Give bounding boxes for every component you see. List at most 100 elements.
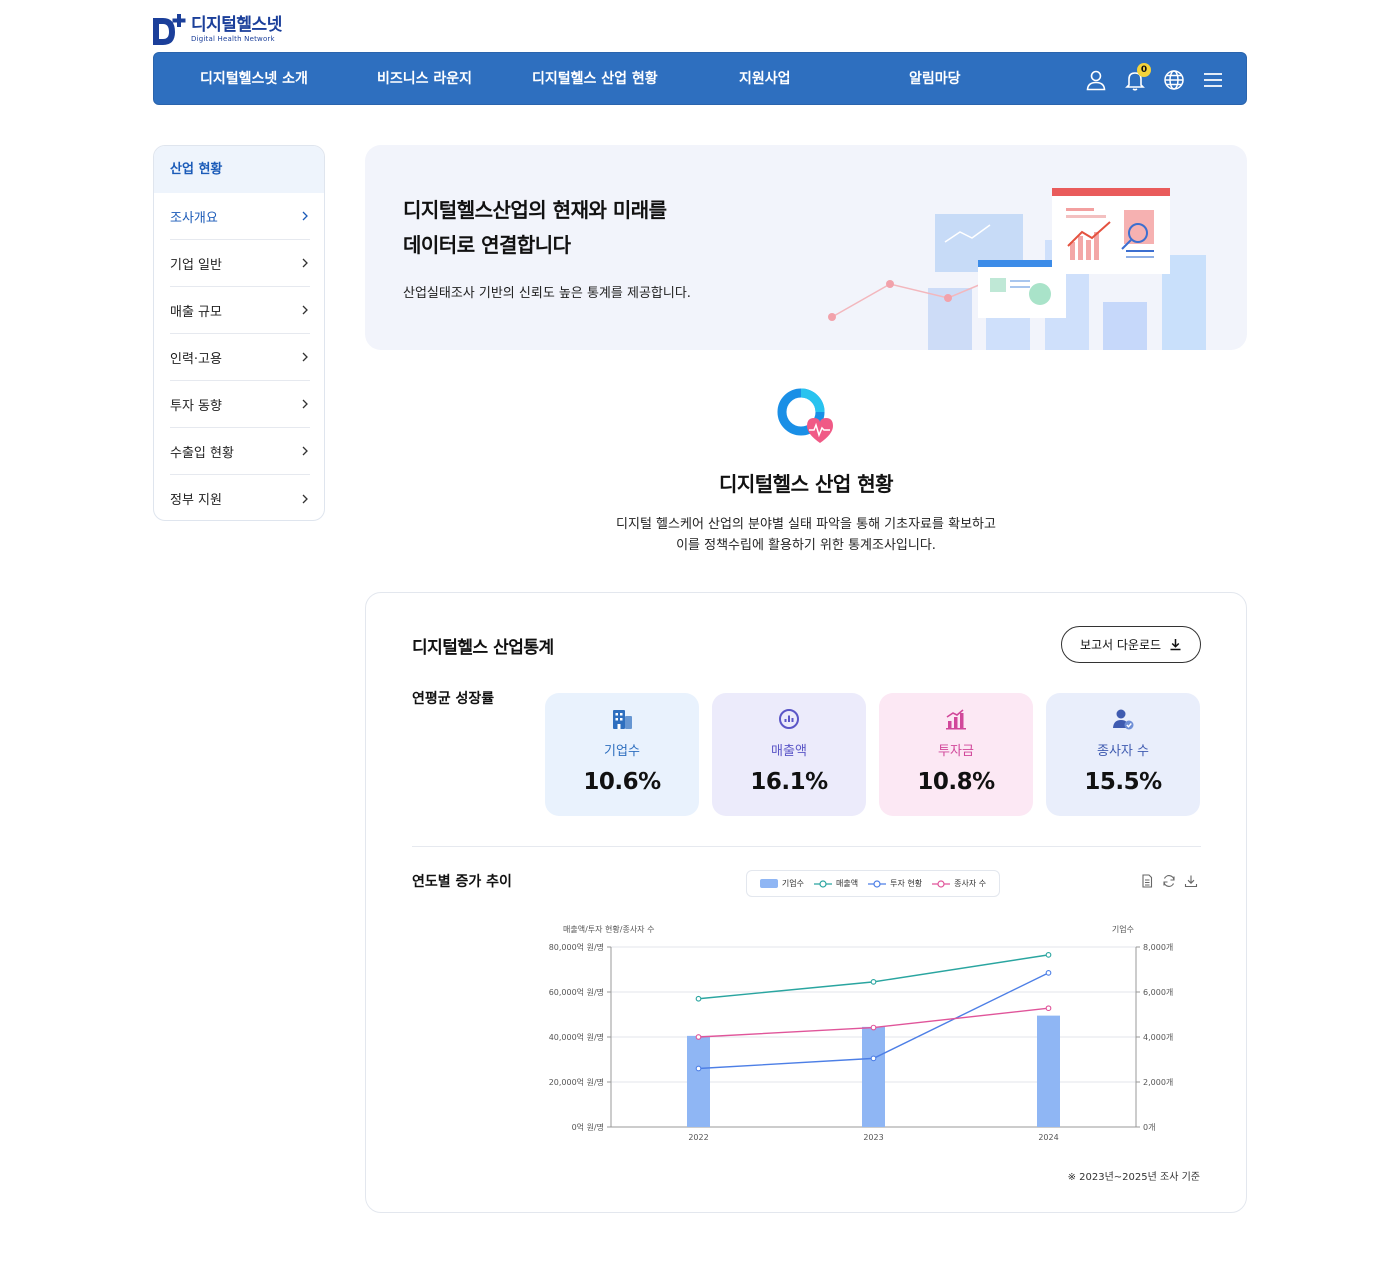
sidebar-item-investment[interactable]: 투자 동향 — [170, 381, 310, 428]
growth-rate-label: 연평균 성장률 — [412, 691, 495, 707]
chevron-right-icon — [302, 446, 308, 456]
nav-item-about[interactable]: 디지털헬스넷 소개 — [200, 53, 308, 106]
bell-icon[interactable]: 0 — [1124, 62, 1151, 91]
chart-bar — [1037, 1015, 1060, 1127]
download-icon — [1170, 639, 1181, 651]
y-tick-label: 20,000억 원/명 — [549, 1077, 604, 1087]
metric-value: 16.1% — [750, 769, 828, 795]
notification-badge: 0 — [1137, 62, 1151, 77]
legend-item-sales[interactable]: 매출액 — [814, 878, 858, 889]
hero-title: 디지털헬스산업의 현재와 미래를 데이터로 연결합니다 — [403, 193, 667, 263]
chart-toolbar — [1140, 874, 1198, 888]
metric-value: 10.8% — [917, 769, 995, 795]
logo-name: 디지털헬스넷 — [191, 15, 282, 35]
main-nav: 디지털헬스넷 소개 비즈니스 라운지 디지털헬스 산업 현황 지원사업 알림마당… — [153, 52, 1247, 105]
user-icon[interactable] — [1085, 69, 1107, 91]
person-check-icon — [1113, 709, 1134, 730]
y2-axis-title: 기업수 — [1112, 925, 1134, 934]
legend-label: 투자 현황 — [890, 879, 923, 888]
chart-point — [1045, 970, 1052, 976]
refresh-icon[interactable] — [1162, 874, 1176, 888]
metric-label: 매출액 — [771, 744, 807, 759]
chart-circle-icon — [779, 709, 799, 729]
legend-label: 기업수 — [781, 879, 805, 888]
sidebar-item-company-general[interactable]: 기업 일반 — [170, 240, 310, 287]
legend-item-companies[interactable]: 기업수 — [759, 878, 805, 889]
sidebar-item-label: 매출 규모 — [170, 304, 222, 320]
nav-item-notice[interactable]: 알림마당 — [909, 53, 961, 106]
y2-tick-label: 6,000개 — [1143, 987, 1173, 997]
nav-item-business-lounge[interactable]: 비즈니스 라운지 — [377, 53, 472, 106]
bar-chart-icon — [946, 709, 966, 730]
section-description-line: 디지털 헬스케어 산업의 분야별 실태 파악을 통해 기초자료를 확보하고 — [616, 517, 996, 532]
x-tick-label: 2023 — [863, 1133, 883, 1142]
stats-title: 디지털헬스 산업통계 — [412, 638, 554, 658]
legend-bar-swatch — [759, 879, 778, 888]
document-icon[interactable] — [1140, 874, 1154, 888]
y2-tick-label: 4,000개 — [1143, 1032, 1173, 1042]
y2-tick-label: 2,000개 — [1143, 1077, 1173, 1087]
sidebar: 산업 현황 조사개요 기업 일반 매출 규모 인력·고용 투자 동향 수출입 현… — [153, 145, 325, 521]
chart-point — [695, 1065, 702, 1072]
metric-value: 15.5% — [1084, 769, 1162, 795]
trend-chart: 매출액/투자 현황/종사자 수 기업수 0억 원/명 20,000억 원/명 40,… — [549, 924, 1174, 1142]
sidebar-heading: 산업 현황 — [154, 146, 324, 193]
chevron-right-icon — [302, 305, 308, 315]
sidebar-item-gov-support[interactable]: 정부 지원 — [170, 475, 310, 520]
chart-point — [695, 995, 702, 1002]
survey-footnote: ※ 2023년~2025년 조사 기준 — [1067, 1172, 1200, 1183]
download-icon[interactable] — [1184, 874, 1198, 888]
y-tick-label: 40,000억 원/명 — [549, 1032, 604, 1042]
sidebar-item-label: 인력·고용 — [170, 351, 222, 367]
hero-banner: 디지털헬스산업의 현재와 미래를 데이터로 연결합니다 산업실태조사 기반의 신… — [365, 145, 1247, 350]
metric-card-investment: 투자금 10.8% — [879, 693, 1033, 816]
sidebar-item-import-export[interactable]: 수출입 현황 — [170, 428, 310, 475]
legend-line-swatch — [868, 879, 887, 888]
nav-item-support[interactable]: 지원사업 — [739, 53, 791, 106]
health-data-icon — [775, 386, 835, 446]
chart-point — [870, 1024, 877, 1031]
section-divider — [412, 846, 1201, 847]
chevron-right-icon — [302, 494, 308, 503]
section-title: 디지털헬스 산업 현황 — [718, 472, 894, 496]
sidebar-item-survey-overview[interactable]: 조사개요 — [170, 193, 310, 240]
chart-point — [870, 979, 877, 985]
stats-card: 디지털헬스 산업통계 보고서 다운로드 연평균 성장률 기업수 10.6% 매출… — [365, 592, 1247, 1213]
metric-label: 투자금 — [938, 744, 974, 759]
nav-item-industry-status[interactable]: 디지털헬스 산업 현황 — [532, 53, 658, 106]
chevron-right-icon — [302, 399, 308, 409]
section-description: 디지털 헬스케어 산업의 분야별 실태 파악을 통해 기초자료를 확보하고 이를… — [365, 514, 1247, 556]
hero-title-line: 디지털헬스산업의 현재와 미래를 — [403, 198, 667, 222]
globe-icon[interactable] — [1163, 69, 1185, 91]
sidebar-item-label: 투자 동향 — [170, 398, 222, 414]
building-icon — [613, 710, 632, 729]
metric-label: 종사자 수 — [1097, 744, 1149, 759]
sidebar-item-workforce[interactable]: 인력·고용 — [170, 334, 310, 381]
legend-line-swatch — [814, 879, 833, 888]
sidebar-item-sales-scale[interactable]: 매출 규모 — [170, 287, 310, 334]
y2-tick-label: 8,000개 — [1143, 942, 1173, 952]
chevron-right-icon — [302, 211, 308, 221]
chart-point — [695, 1034, 702, 1040]
chart-legend: 기업수 매출액 투자 현황 종사자 수 — [746, 870, 1000, 897]
chart-bar — [687, 1035, 710, 1127]
logo-mark-icon — [153, 12, 187, 46]
chart-point — [1045, 952, 1052, 958]
legend-item-investment[interactable]: 투자 현황 — [868, 878, 922, 889]
menu-icon[interactable] — [1202, 69, 1224, 91]
sidebar-item-label: 조사개요 — [170, 210, 218, 226]
download-report-button[interactable]: 보고서 다운로드 — [1061, 626, 1201, 663]
trend-title: 연도별 증가 추이 — [412, 874, 512, 890]
metric-value: 10.6% — [583, 769, 661, 795]
metric-card-employees: 종사자 수 15.5% — [1046, 693, 1200, 816]
site-logo[interactable]: 디지털헬스넷 Digital Health Network — [153, 12, 282, 46]
chart-point — [1045, 1005, 1052, 1012]
chevron-right-icon — [302, 352, 308, 362]
sidebar-item-label: 정부 지원 — [170, 493, 222, 508]
y2-tick-label: 0개 — [1143, 1122, 1155, 1132]
x-tick-label: 2022 — [688, 1133, 708, 1142]
legend-item-employees[interactable]: 종사자 수 — [932, 878, 986, 889]
x-tick-label: 2024 — [1038, 1133, 1058, 1142]
y-tick-label: 80,000억 원/명 — [549, 942, 604, 952]
y-tick-label: 60,000억 원/명 — [549, 987, 604, 997]
